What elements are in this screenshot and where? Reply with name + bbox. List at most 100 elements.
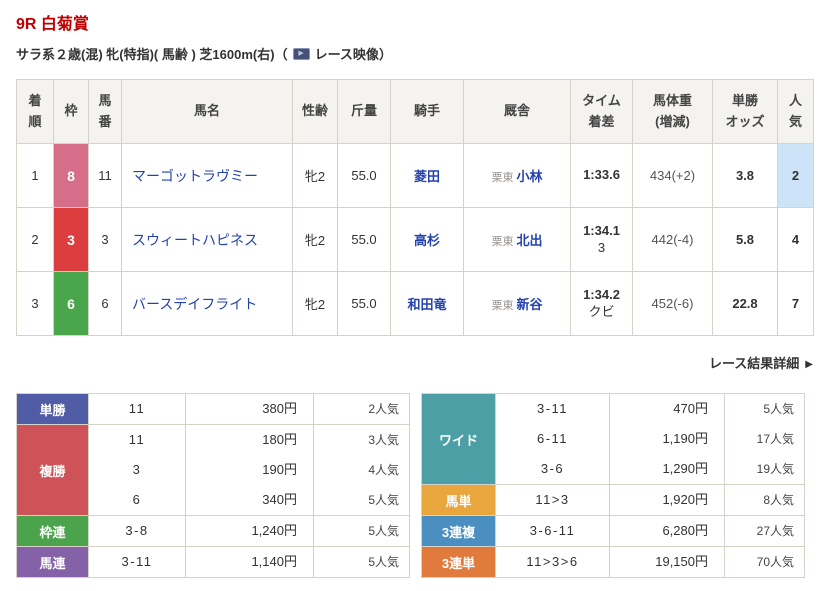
col-jockey: 騎手	[390, 79, 464, 144]
stable-region: 栗東	[491, 172, 514, 184]
horse-number: 6	[88, 271, 122, 336]
fukusho-amount: 180円 190円 340円	[185, 424, 314, 516]
col-horse-number: 馬 番	[88, 79, 122, 144]
finish-position: 2	[16, 207, 54, 272]
wide-combo: 3-11 6-11 3-6	[495, 393, 610, 485]
payout-row-wakuren: 枠連 3-8 1,240円 5人気	[16, 515, 410, 547]
payout-tables: 単勝 11 380円 2人気 複勝 11 3 6 180円 190円 340円 …	[16, 393, 813, 578]
horse-weight: 434(+2)	[632, 143, 713, 208]
fukusho-combo: 11 3 6	[88, 424, 186, 516]
stable-cell: 栗東 北出	[463, 207, 571, 272]
stable-cell: 栗東 小林	[463, 143, 571, 208]
horse-number: 11	[88, 143, 122, 208]
bet-type-sanrenpuku: 3連複	[421, 515, 496, 547]
race-video-icon[interactable]: ▶	[292, 47, 310, 60]
detail-link-label: レース結果詳細	[708, 356, 800, 371]
time-margin-cell: 1:34.2 クビ	[570, 271, 633, 336]
umaren-amount: 1,140円	[185, 546, 314, 578]
payout-table-left: 単勝 11 380円 2人気 複勝 11 3 6 180円 190円 340円 …	[16, 393, 410, 578]
weight-carried: 55.0	[337, 207, 391, 272]
col-stable: 厩舎	[463, 79, 571, 144]
stable-link[interactable]: 新谷	[516, 297, 542, 312]
tansho-amount: 380円	[185, 393, 314, 425]
margin: 3	[597, 239, 606, 255]
wakuren-amount: 1,240円	[185, 515, 314, 547]
col-time-margin: タイム 着差	[570, 79, 633, 144]
win-odds: 5.8	[712, 207, 778, 272]
sanrentan-popularity: 70人気	[724, 546, 805, 578]
margin: クビ	[588, 303, 615, 319]
col-popularity: 人 気	[777, 79, 814, 144]
payout-table-right: ワイド 3-11 6-11 3-6 470円 1,190円 1,290円 5人気…	[421, 393, 805, 578]
sanrenpuku-combo: 3-6-11	[495, 515, 610, 547]
time: 1:33.6	[583, 167, 620, 183]
horse-name-cell: バースデイフライト	[121, 271, 293, 336]
popularity: 2	[777, 143, 814, 208]
horse-name-link[interactable]: バースデイフライト	[132, 296, 257, 312]
jockey-link[interactable]: 高杉	[414, 233, 440, 248]
col-weight: 斤量	[337, 79, 391, 144]
payout-row-fukusho: 複勝 11 3 6 180円 190円 340円 3人気 4人気 5人気	[16, 424, 410, 516]
tansho-popularity: 2人気	[313, 393, 410, 425]
horse-name-link[interactable]: スウィートハピネス	[132, 232, 258, 248]
bet-type-fukusho: 複勝	[16, 424, 89, 516]
sanrentan-combo: 11>3>6	[495, 546, 610, 578]
col-finish: 着 順	[16, 79, 54, 144]
table-row: 1 8 11 マーゴットラヴミー 牝2 55.0 菱田 栗東 小林 1:33.6 …	[16, 143, 814, 208]
bet-type-wide: ワイド	[421, 393, 496, 485]
race-result-detail-link[interactable]: レース結果詳細 ▶	[709, 356, 813, 371]
col-frame: 枠	[53, 79, 89, 144]
arrow-right-icon: ▶	[805, 359, 813, 370]
umaren-combo: 3-11	[88, 546, 186, 578]
horse-name-link[interactable]: マーゴットラヴミー	[132, 168, 258, 184]
weight-carried: 55.0	[337, 143, 391, 208]
wide-popularity: 5人気 17人気 19人気	[724, 393, 805, 485]
horse-number: 3	[88, 207, 122, 272]
paren-close: ）	[378, 47, 392, 62]
race-result-page: 9R 白菊賞 サラ系２歳(混) 牝(特指)( 馬齢 ) 芝1600m(右) （ …	[0, 0, 829, 588]
jockey-cell: 高杉	[390, 207, 464, 272]
race-title: 9R 白菊賞	[16, 16, 89, 33]
wakuren-combo: 3-8	[88, 515, 186, 547]
popularity: 7	[777, 271, 814, 336]
win-odds: 3.8	[712, 143, 778, 208]
umaren-popularity: 5人気	[313, 546, 410, 578]
race-video-link[interactable]: レース映像	[315, 44, 379, 63]
payout-row-tansho: 単勝 11 380円 2人気	[16, 393, 410, 425]
frame-number: 6	[53, 271, 89, 336]
umatan-combo: 11>3	[495, 484, 610, 516]
popularity: 4	[777, 207, 814, 272]
time-margin-cell: 1:33.6	[570, 143, 633, 208]
jockey-link[interactable]: 菱田	[414, 169, 440, 184]
payout-row-wide: ワイド 3-11 6-11 3-6 470円 1,190円 1,290円 5人気…	[421, 393, 805, 485]
frame-number: 3	[53, 207, 89, 272]
bet-type-wakuren: 枠連	[16, 515, 89, 547]
jockey-cell: 菱田	[390, 143, 464, 208]
col-horse-weight: 馬体重 (増減)	[632, 79, 713, 144]
bet-type-sanrentan: 3連単	[421, 546, 496, 578]
stable-link[interactable]: 北出	[516, 233, 542, 248]
col-horse-name: 馬名	[121, 79, 293, 144]
col-odds: 単勝 オッズ	[712, 79, 778, 144]
time-margin-cell: 1:34.1 3	[570, 207, 633, 272]
finish-position: 1	[16, 143, 54, 208]
sanrentan-amount: 19,150円	[609, 546, 725, 578]
stable-link[interactable]: 小林	[516, 169, 542, 184]
detail-link-row: レース結果詳細 ▶	[16, 353, 813, 373]
sex-age: 牝2	[292, 143, 338, 208]
bet-type-umaren: 馬連	[16, 546, 89, 578]
stable-region: 栗東	[491, 236, 514, 248]
jockey-cell: 和田竜	[390, 271, 464, 336]
bet-type-tansho: 単勝	[16, 393, 89, 425]
time: 1:34.2	[583, 286, 620, 302]
finish-position: 3	[16, 271, 54, 336]
jockey-link[interactable]: 和田竜	[407, 297, 446, 312]
tansho-combo: 11	[88, 393, 186, 425]
umatan-popularity: 8人気	[724, 484, 805, 516]
win-odds: 22.8	[712, 271, 778, 336]
table-row: 2 3 3 スウィートハピネス 牝2 55.0 高杉 栗東 北出 1:34.1 3 …	[16, 207, 814, 272]
results-header-row: 着 順 枠 馬 番 馬名 性齢 斤量 騎手 厩舎 タイム 着差 馬体重 (増減)…	[16, 79, 814, 144]
sex-age: 牝2	[292, 271, 338, 336]
race-results-table: 着 順 枠 馬 番 馬名 性齢 斤量 騎手 厩舎 タイム 着差 馬体重 (増減)…	[16, 79, 814, 336]
sanrenpuku-amount: 6,280円	[609, 515, 725, 547]
